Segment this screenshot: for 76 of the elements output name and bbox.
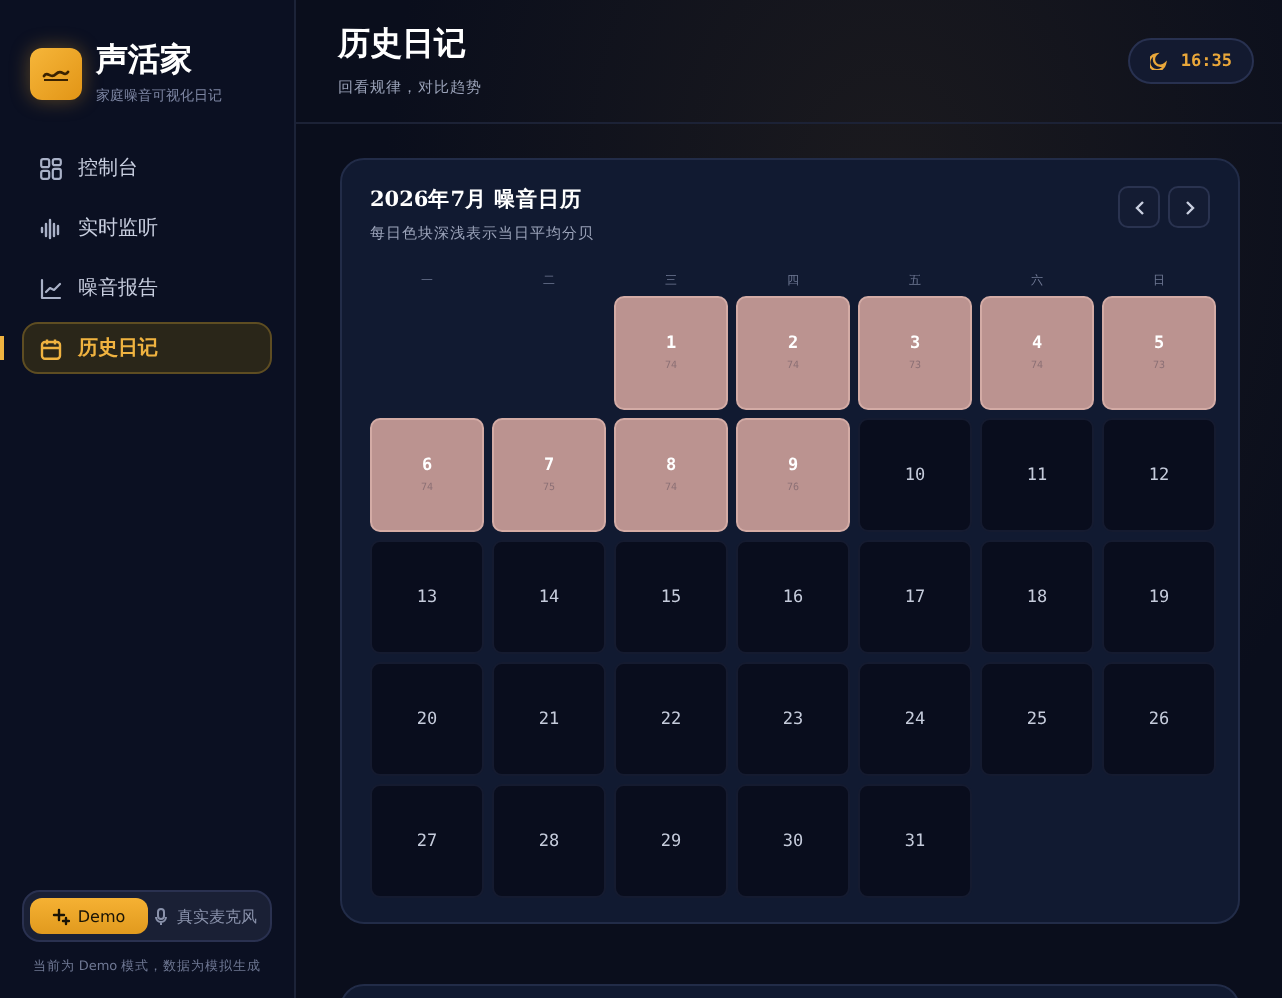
- day-number: 21: [538, 709, 560, 729]
- day-number: 28: [538, 831, 560, 851]
- day-cell[interactable]: 28: [492, 784, 606, 898]
- day-cell[interactable]: 27: [370, 784, 484, 898]
- day-number: 27: [416, 831, 438, 851]
- day-number: 10: [904, 465, 926, 485]
- day-number: 5: [1153, 334, 1165, 354]
- day-cell[interactable]: 18: [980, 540, 1094, 654]
- day-number: 7: [543, 456, 555, 476]
- day-cell[interactable]: 10: [858, 418, 972, 532]
- day-number: 22: [660, 709, 682, 729]
- day-cell[interactable]: 23: [736, 662, 850, 776]
- day-number: 12: [1148, 465, 1170, 485]
- day-cell[interactable]: 16: [736, 540, 850, 654]
- chevron-left-icon: [1133, 199, 1145, 215]
- day-number: 30: [782, 831, 804, 851]
- logo-icon: [30, 47, 82, 99]
- day-cell[interactable]: 11: [980, 418, 1094, 532]
- calendar-title: 2026年7月 噪音日历: [370, 186, 585, 214]
- day-number: 31: [904, 831, 926, 851]
- day-number: 29: [660, 831, 682, 851]
- page-title: 历史日记: [338, 24, 468, 66]
- moon-icon: [1150, 52, 1169, 70]
- day-number: 15: [660, 587, 682, 607]
- day-cell[interactable]: 30: [736, 784, 850, 898]
- day-cell[interactable]: 17: [858, 540, 972, 654]
- day-cell[interactable]: 20: [370, 662, 484, 776]
- day-number: 24: [904, 709, 926, 729]
- day-number: 14: [538, 587, 560, 607]
- nav-item[interactable]: 控制台: [22, 142, 272, 194]
- day-number: 25: [1026, 709, 1048, 729]
- microphone-icon: [154, 907, 169, 925]
- day-number: 19: [1148, 587, 1170, 607]
- day-number: 18: [1026, 587, 1048, 607]
- day-cell[interactable]: 15: [614, 540, 728, 654]
- day-number: 26: [1148, 709, 1170, 729]
- day-number: 1: [665, 334, 677, 354]
- day-cell[interactable]: 26: [1102, 662, 1216, 776]
- mode-button[interactable]: 真实麦克风: [147, 898, 264, 934]
- day-cell[interactable]: 29: [614, 784, 728, 898]
- day-number: 4: [1031, 334, 1043, 354]
- line-chart-icon: [40, 277, 62, 299]
- day-number: 3: [909, 334, 921, 354]
- day-number: 6: [421, 456, 433, 476]
- day-number: 20: [416, 709, 438, 729]
- clock-badge: 16:35: [1128, 38, 1254, 84]
- mode-button[interactable]: Demo: [30, 898, 147, 934]
- next-month-button[interactable]: [1168, 186, 1210, 228]
- day-cell[interactable]: 21: [492, 662, 606, 776]
- sparkle-icon: [51, 907, 70, 925]
- day-number: 8: [665, 456, 677, 476]
- nav-item[interactable]: 实时监听: [22, 202, 272, 254]
- day-cell[interactable]: 22: [614, 662, 728, 776]
- day-cell[interactable]: 14: [492, 540, 606, 654]
- day-number: 16: [782, 587, 804, 607]
- app-name: 声活家: [96, 40, 194, 82]
- day-cell[interactable]: 31: [858, 784, 972, 898]
- day-number: 17: [904, 587, 926, 607]
- day-number: 11: [1026, 465, 1048, 485]
- day-cell[interactable]: 12: [1102, 418, 1216, 532]
- grid-icon: [40, 157, 62, 179]
- calendar-icon: [40, 337, 62, 359]
- day-cell[interactable]: 13: [370, 540, 484, 654]
- previous-month-button[interactable]: [1118, 186, 1160, 228]
- nav-item[interactable]: 噪音报告: [22, 262, 272, 314]
- active-indicator: [0, 336, 4, 360]
- waveform-icon: [40, 217, 62, 239]
- chevron-right-icon: [1183, 199, 1195, 215]
- day-number: 13: [416, 587, 438, 607]
- day-cell[interactable]: 25: [980, 662, 1094, 776]
- nav-item[interactable]: 历史日记: [22, 322, 272, 374]
- day-cell[interactable]: 24: [858, 662, 972, 776]
- day-number: 9: [787, 456, 799, 476]
- day-number: 2: [787, 334, 799, 354]
- day-number: 23: [782, 709, 804, 729]
- day-cell[interactable]: 19: [1102, 540, 1216, 654]
